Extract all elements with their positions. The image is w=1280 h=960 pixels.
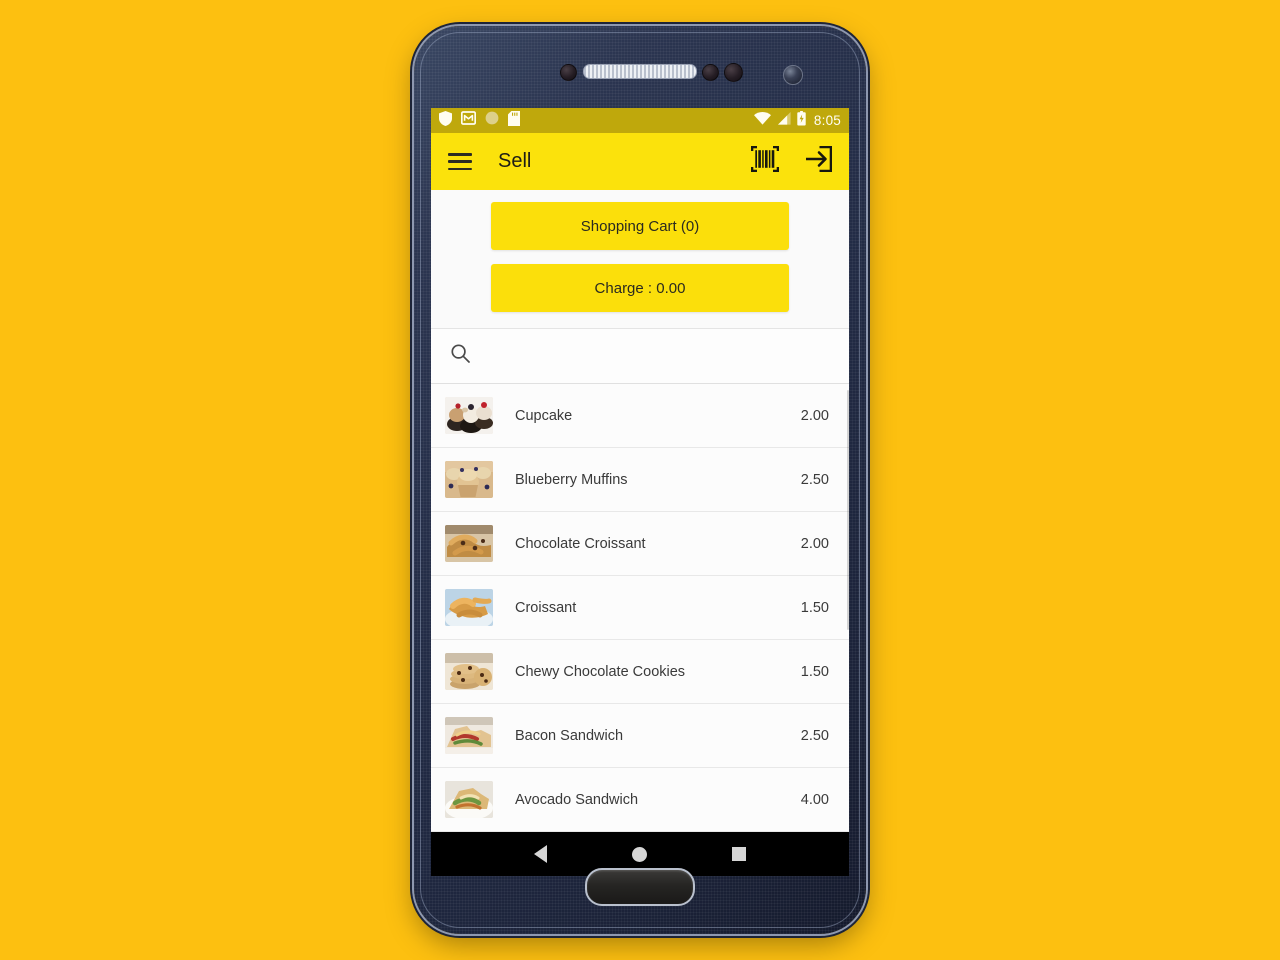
list-item[interactable]: Croissant 1.50 [431,576,849,640]
barcode-scanner-icon[interactable] [751,146,779,177]
status-bar: 8:05 [431,108,849,133]
list-item[interactable]: Bacon Sandwich 2.50 [431,704,849,768]
wifi-icon [753,111,771,130]
cellular-signal-icon [777,111,791,130]
product-price: 4.00 [800,791,829,808]
product-list: Cupcake 2.00 Blueberry Muffins 2.50 Choc… [431,384,849,832]
circle-icon [485,111,499,130]
list-item[interactable]: Avocado Sandwich 4.00 [431,768,849,832]
avocado-sandwich-photo [445,781,493,818]
phone-top-sensors [414,62,866,85]
hamburger-menu-icon[interactable] [448,153,472,170]
product-price: 1.50 [800,663,829,680]
muffins-photo [445,461,493,498]
product-price: 2.00 [800,535,829,552]
product-price: 1.50 [800,599,829,616]
product-name: Avocado Sandwich [515,791,639,808]
app-bar-actions [751,145,833,177]
earpiece-speaker [583,64,697,79]
search-icon [451,344,470,368]
status-bar-left-icons [439,110,520,131]
front-camera-icon [783,65,803,85]
phone-screen: 8:05 Sell Shopping Cart (0) Charge: 0.0… [431,108,849,832]
back-button-icon[interactable] [533,845,547,863]
cupcakes-photo [445,397,493,434]
shield-icon [439,110,452,131]
search-input[interactable] [482,346,829,366]
sd-card-icon [508,110,520,131]
list-item[interactable]: Cupcake 2.00 [431,384,849,448]
light-sensor-icon [702,64,719,81]
product-name: Chewy Chocolate Cookies [515,663,686,680]
bacon-sandwich-photo [445,717,493,754]
battery-charging-icon [797,110,806,131]
product-price: 2.00 [800,407,829,424]
notification-led-icon [724,63,743,82]
product-name: Blueberry Muffins [515,471,628,488]
status-bar-right-icons: 8:05 [753,110,841,131]
screenshot-stage: 8:05 Sell Shopping Cart (0) Charge: 0.0… [0,0,1280,960]
recents-button-icon[interactable] [732,847,747,861]
cookies-photo [445,653,493,690]
list-item[interactable]: Blueberry Muffins 2.50 [431,448,849,512]
product-name: Bacon Sandwich [515,727,624,744]
product-name: Chocolate Croissant [515,535,646,552]
list-item[interactable]: Chocolate Croissant 2.00 [431,512,849,576]
gmail-icon [460,111,477,130]
actions-panel: Shopping Cart (0) Charge : 0.00 [431,190,849,328]
shopping-cart-button[interactable]: Shopping Cart (0) [491,202,789,250]
list-item[interactable]: Chewy Chocolate Cookies 1.50 [431,640,849,704]
phone-device: 8:05 Sell Shopping Cart (0) Charge: 0.0… [414,26,866,934]
list-scrollbar[interactable] [846,390,849,630]
physical-home-button[interactable] [585,868,695,906]
croissant-photo [445,589,493,626]
logout-icon[interactable] [805,145,833,177]
status-bar-clock: 8:05 [813,113,841,128]
product-price: 2.50 [800,727,829,744]
app-bar: Sell [431,133,849,190]
page-title: Sell [498,150,532,172]
charge-button[interactable]: Charge : 0.00 [491,264,789,312]
product-name: Croissant [515,599,577,616]
product-price: 2.50 [800,471,829,488]
home-button-icon[interactable] [631,846,647,862]
chocolate-croissant-photo [445,525,493,562]
proximity-sensor-icon [560,64,577,81]
product-name: Cupcake [515,407,573,424]
search-bar[interactable] [431,328,849,384]
